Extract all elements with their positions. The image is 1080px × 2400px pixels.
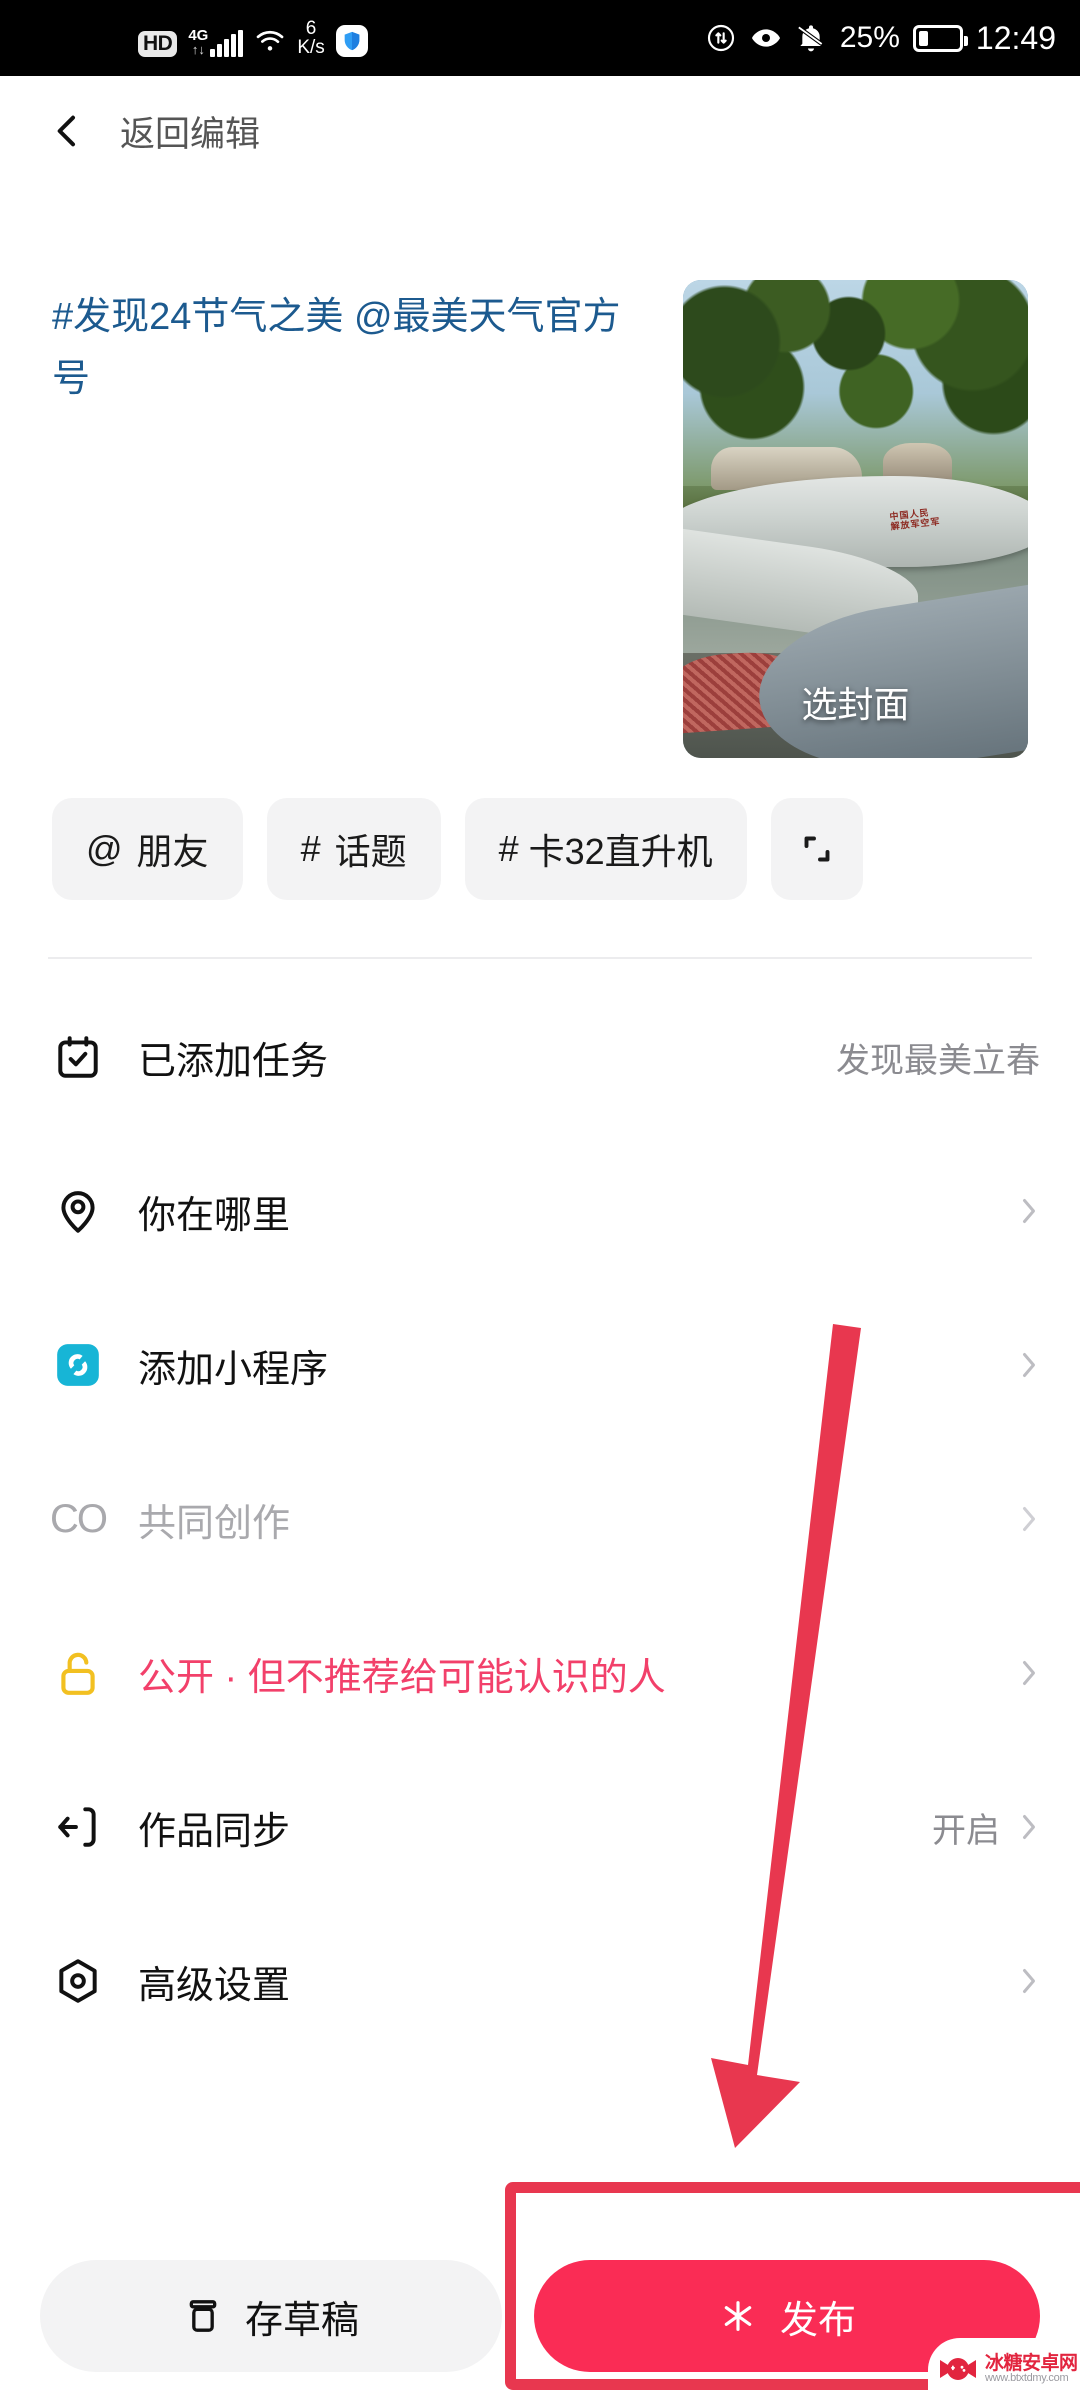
row-sync-right: 开启 <box>932 1803 1040 1852</box>
chevron-right-icon <box>1018 1347 1040 1383</box>
watermark-text: 冰糖安卓网 www.btxtdmy.com <box>985 2354 1078 2384</box>
wifi-icon <box>254 25 286 57</box>
row-sync[interactable]: 作品同步 开启 <box>0 1750 1080 1904</box>
row-location[interactable]: 你在哪里 <box>0 1134 1080 1288</box>
row-sync-value: 开启 <box>932 1811 1000 1850</box>
nav-title[interactable]: 返回编辑 <box>120 106 260 157</box>
cellular-signal-icon: 4G ↑↓ <box>188 27 244 57</box>
row-privacy-label: 公开 · 但不推荐给可能认识的人 <box>138 1656 666 1699</box>
unlock-icon <box>52 1647 104 1699</box>
status-bar-right: 25% 12:49 <box>705 20 1056 57</box>
bell-muted-icon <box>795 22 827 54</box>
network-type-text: 4G <box>188 27 209 44</box>
row-task[interactable]: 已添加任务 发现最美立春 <box>0 980 1080 1134</box>
site-watermark: 冰糖安卓网 www.btxtdmy.com <box>928 2338 1080 2400</box>
mini-program-icon <box>52 1339 104 1391</box>
save-draft-label: 存草稿 <box>244 2299 359 2342</box>
row-advanced-right <box>1018 1963 1040 1999</box>
row-task-label: 已添加任务 <box>138 1040 329 1083</box>
row-privacy[interactable]: 公开 · 但不推荐给可能认识的人 <box>0 1596 1080 1750</box>
row-advanced[interactable]: 高级设置 <box>0 1904 1080 2058</box>
row-task-right: 发现最美立春 <box>836 1033 1040 1082</box>
row-cocreate-right <box>1018 1501 1040 1537</box>
nav-bar: 返回编辑 <box>0 76 1080 186</box>
row-advanced-label: 高级设置 <box>138 1964 291 2007</box>
row-location-right <box>1018 1193 1040 1229</box>
chip-mention-friend[interactable]: @ 朋友 <box>52 798 243 900</box>
battery-icon <box>912 24 968 52</box>
chip-mention-friend-label: 朋友 <box>136 831 209 872</box>
sparkle-icon <box>718 2296 758 2336</box>
row-miniprogram-label: 添加小程序 <box>138 1348 329 1391</box>
app-screen: HD 4G ↑↓ 6 K/s 25% 12:49 返回编辑 #发现24节气之美 … <box>0 0 1080 2400</box>
compose-area: #发现24节气之美 @最美天气官方号 中国人民 解放军空军 选封面 <box>0 186 1080 758</box>
publish-label: 发布 <box>779 2299 856 2342</box>
row-cocreate[interactable]: CO 共同创作 <box>0 1442 1080 1596</box>
data-rate-indicator: 6 K/s <box>297 19 324 57</box>
settings-list: 已添加任务 发现最美立春 你在哪里 添加小程序 CO 共同创作 公开 · 但不推… <box>0 980 1080 2058</box>
chevron-right-icon <box>1018 1809 1040 1845</box>
signal-bars-icon <box>210 30 244 57</box>
section-divider <box>48 957 1032 959</box>
data-rate-unit: K/s <box>297 37 325 58</box>
row-cocreate-label: 共同创作 <box>138 1502 291 1545</box>
chip-row: @ 朋友 # 话题 # 卡32直升机 <box>0 798 1080 900</box>
watermark-logo-icon <box>936 2354 980 2384</box>
data-rate-value: 6 <box>305 18 317 39</box>
status-bar: HD 4G ↑↓ 6 K/s 25% 12:49 <box>0 0 1080 76</box>
hash-symbol-icon: # <box>300 828 321 869</box>
cover-thumbnail[interactable]: 中国人民 解放军空军 选封面 <box>683 280 1028 758</box>
chevron-right-icon <box>1018 1193 1040 1229</box>
chip-topic-label: 话题 <box>334 831 407 872</box>
save-draft-button[interactable]: 存草稿 <box>40 2260 502 2372</box>
sync-export-icon <box>52 1801 104 1853</box>
caption-text[interactable]: #发现24节气之美 @最美天气官方号 <box>52 286 652 410</box>
hexagon-settings-icon <box>52 1955 104 2007</box>
row-privacy-right <box>1018 1655 1040 1691</box>
chip-tag-ka32-label: 卡32直升机 <box>528 831 713 872</box>
watermark-site-name: 冰糖安卓网 <box>985 2353 1078 2374</box>
clock-label: 12:49 <box>975 19 1056 56</box>
location-pin-icon <box>52 1185 104 1237</box>
chevron-right-icon <box>1018 1963 1040 1999</box>
at-symbol-icon: @ <box>86 828 123 869</box>
select-cover-label[interactable]: 选封面 <box>683 676 1028 728</box>
co-icon: CO <box>50 1496 108 1541</box>
eye-comfort-icon <box>750 22 782 54</box>
hash-symbol-icon: # <box>498 828 519 869</box>
row-miniprogram-right <box>1018 1347 1040 1383</box>
row-task-value: 发现最美立春 <box>836 1041 1040 1080</box>
chevron-right-icon <box>1018 1501 1040 1537</box>
battery-percent-label: 25% <box>839 21 900 54</box>
row-miniprogram[interactable]: 添加小程序 <box>0 1288 1080 1442</box>
network-type-label: 4G ↑↓ <box>188 27 209 57</box>
chip-topic[interactable]: # 话题 <box>266 798 441 900</box>
chip-tag-ka32[interactable]: # 卡32直升机 <box>464 798 747 900</box>
network-sub-text: ↑↓ <box>191 42 205 57</box>
chip-scan[interactable] <box>770 798 863 900</box>
chevron-right-icon <box>1018 1655 1040 1691</box>
crop-corners-icon <box>799 831 835 867</box>
chevron-left-icon[interactable] <box>48 111 88 151</box>
hd-icon: HD <box>138 31 178 57</box>
bottom-action-bar: 存草稿 发布 <box>0 2232 1080 2400</box>
row-sync-label: 作品同步 <box>138 1810 291 1853</box>
status-bar-left: HD 4G ↑↓ 6 K/s <box>138 19 368 57</box>
draft-box-icon <box>183 2295 223 2337</box>
shield-icon <box>335 25 368 57</box>
data-saver-icon <box>705 22 737 54</box>
calendar-check-icon <box>52 1031 104 1083</box>
row-location-label: 你在哪里 <box>138 1194 291 1237</box>
watermark-site-url: www.btxtdmy.com <box>985 2372 1069 2384</box>
